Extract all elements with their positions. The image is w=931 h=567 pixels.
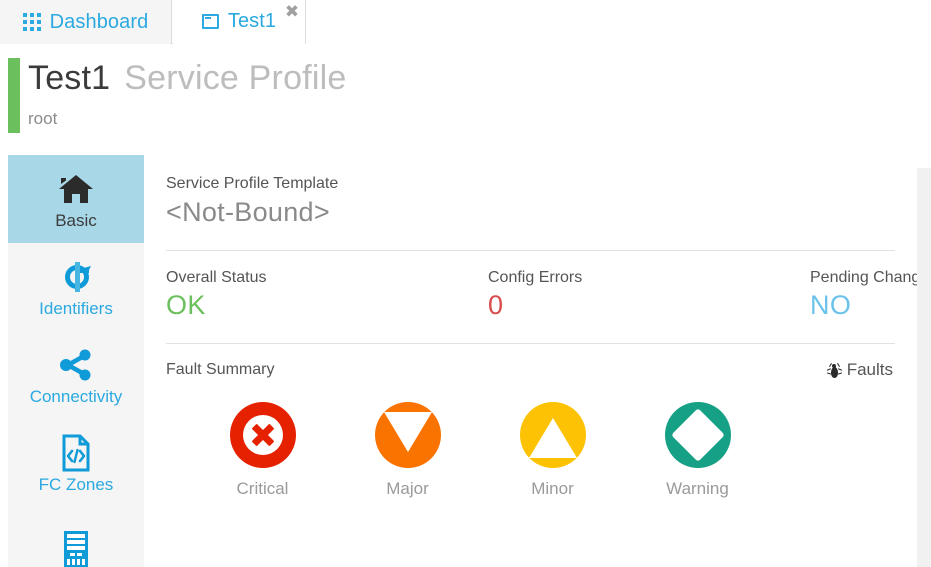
fault-severity-minor[interactable]: Minor — [480, 402, 625, 499]
sidebar-item-basic-label: Basic — [55, 210, 97, 230]
fault-severity-critical-label: Critical — [236, 479, 289, 499]
vertical-scrollbar[interactable] — [917, 168, 931, 567]
tab-bar: Dashboard Test1 ✖ — [0, 0, 931, 44]
service-profile-template-label: Service Profile Template — [166, 175, 339, 192]
sidebar-item-identifiers[interactable]: Identifiers — [8, 243, 144, 331]
tab-dashboard[interactable]: Dashboard — [0, 0, 172, 44]
status-accent-bar — [8, 58, 20, 133]
sidebar-item-server[interactable] — [8, 507, 144, 567]
triangle-up-exclamation-icon — [519, 402, 586, 469]
share-nodes-icon — [57, 346, 95, 384]
home-icon — [57, 170, 95, 208]
pending-changes-value: NO — [810, 290, 852, 321]
pending-changes-label: Pending Changes — [810, 269, 917, 287]
page-org-label: root — [28, 109, 58, 128]
fault-severity-critical[interactable]: Critical — [190, 402, 335, 499]
faults-link-label: Faults — [846, 360, 893, 380]
tab-dashboard-label: Dashboard — [49, 10, 149, 33]
overall-status-value: OK — [166, 290, 206, 321]
triangle-down-exclamation-icon — [374, 402, 441, 469]
overall-status-label: Overall Status — [166, 269, 267, 287]
config-errors-value: 0 — [488, 290, 504, 321]
window-icon — [201, 14, 219, 29]
config-errors-label: Config Errors — [488, 269, 583, 287]
divider-1 — [166, 250, 895, 252]
fault-severity-warning-label: Warning — [666, 479, 729, 499]
fault-severity-list: Critical Major Minor Warning — [166, 402, 895, 499]
pending-changes-cell: Pending Changes NO — [810, 269, 917, 321]
config-errors-cell: Config Errors 0 — [488, 269, 810, 321]
tab-test1-label: Test1 — [227, 10, 277, 32]
sidebar-item-connectivity-label: Connectivity — [29, 386, 123, 406]
status-row: Overall Status OK Config Errors 0 Pendin… — [166, 269, 917, 321]
sidebar-item-basic[interactable]: Basic — [8, 155, 144, 243]
code-document-icon — [60, 434, 92, 472]
page-title: Test1 Service Profile — [28, 59, 346, 98]
identity-icon — [57, 258, 95, 296]
page-header: Test1 Service Profile root — [0, 45, 931, 148]
fault-severity-major[interactable]: Major — [335, 402, 480, 499]
sidebar-item-fc-zones[interactable]: FC Zones — [8, 419, 144, 507]
circle-x-icon — [229, 402, 296, 469]
service-profile-template-field: Service Profile Template <Not-Bound> — [166, 175, 895, 228]
fault-summary-title: Fault Summary — [166, 361, 275, 379]
overall-status-cell: Overall Status OK — [166, 269, 488, 321]
sidebar-item-identifiers-label: Identifiers — [39, 298, 113, 318]
sidebar-item-connectivity[interactable]: Connectivity — [8, 331, 144, 419]
main-content: Service Profile Template <Not-Bound> Ove… — [144, 155, 917, 567]
server-rack-icon — [61, 530, 91, 567]
page-title-type: Service Profile — [124, 59, 347, 97]
grid-icon — [22, 13, 41, 31]
service-profile-template-value: <Not-Bound> — [166, 197, 330, 227]
bug-icon — [826, 362, 842, 378]
page-title-name: Test1 — [28, 59, 111, 97]
divider-2 — [166, 343, 895, 345]
fault-severity-warning[interactable]: Warning — [625, 402, 770, 499]
diamond-exclamation-icon — [664, 402, 731, 469]
sidebar-item-fc-zones-label: FC Zones — [38, 474, 114, 494]
tab-close-icon[interactable]: ✖ — [282, 2, 302, 22]
fault-severity-major-label: Major — [386, 479, 429, 499]
fault-severity-minor-label: Minor — [531, 479, 574, 499]
faults-link[interactable]: Faults — [826, 360, 895, 380]
sidebar-nav: Basic Identifiers Connectivity FC Zones — [8, 155, 144, 567]
fault-summary-header: Fault Summary Faults — [166, 360, 895, 380]
tab-bar-filler — [306, 0, 931, 44]
